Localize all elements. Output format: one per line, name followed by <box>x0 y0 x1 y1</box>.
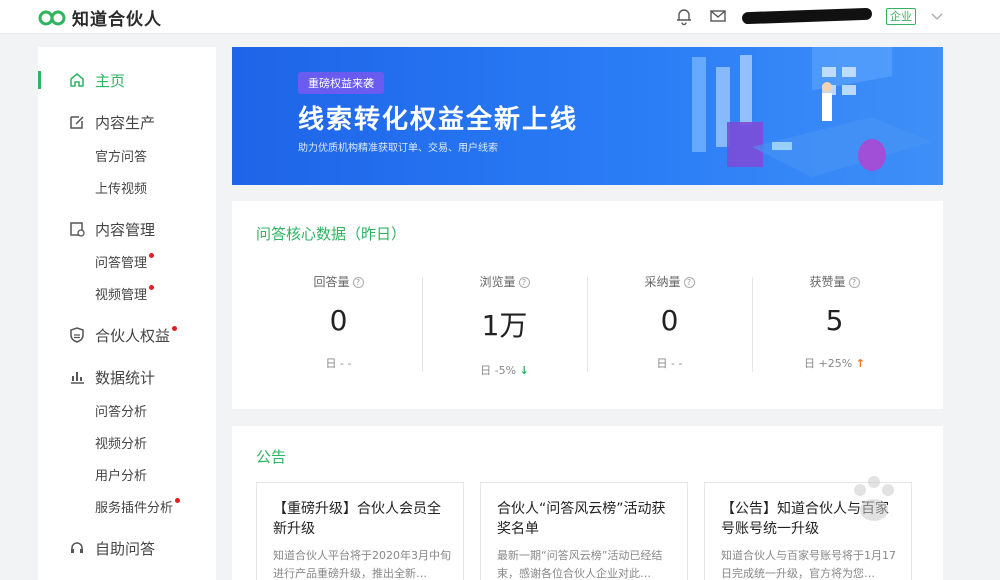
sidebar-item-text: 合伙人权益 <box>95 327 171 345</box>
logo-text: 知道合伙人 <box>72 10 162 30</box>
alert-dot <box>172 326 178 331</box>
sidebar-sub-label: 服务插件分析 <box>95 501 174 516</box>
stat-value: 0 <box>329 304 348 337</box>
stat-value: 1万 <box>481 309 528 342</box>
stat-likes: 获赞量? 5 日 +25% ↑ <box>752 273 917 371</box>
bar-chart-icon <box>71 372 84 384</box>
announcement-item[interactable]: 合伙人“问答风云榜”活动获奖名单 最新一期“问答风云榜”活动已经结束，感谢各位合… <box>480 482 688 580</box>
stat-answers: 回答量? 0 日 - - <box>256 273 421 371</box>
stat-change-text: 日 +25% <box>804 357 853 370</box>
help-icon[interactable]: ? <box>683 277 695 288</box>
help-icon[interactable]: ? <box>518 277 530 288</box>
banner-subtitle: 助力优质机构精准获取订单、交易、用户线索 <box>298 143 498 154</box>
alert-dot <box>175 498 181 503</box>
sidebar: 主页 内容生产 官方问答 上传视频 内容管理 问答管理 视频管理 合伙人权益 数… <box>38 47 216 580</box>
mail-icon[interactable] <box>708 6 728 26</box>
stat-change: 日 - - <box>325 357 352 370</box>
sidebar-sub-plugin-analysis[interactable]: 服务插件分析 <box>95 497 181 516</box>
home-icon <box>70 73 84 87</box>
sidebar-sub-label: 视频管理 <box>95 288 148 303</box>
top-bar: 知道合伙人 企业 <box>0 0 1000 34</box>
sidebar-item-label: 内容生产 <box>95 114 156 132</box>
stat-views: 浏览量? 1万 日 -5% ↓ <box>422 273 587 378</box>
stat-label: 采纳量? <box>587 273 752 290</box>
announcement-body: 知道合伙人平台将于2020年3月中旬进行产品重磅升级，推出全新… <box>273 549 451 580</box>
sidebar-sub-video-analysis[interactable]: 视频分析 <box>95 433 147 452</box>
stat-label-text: 采纳量 <box>644 275 681 289</box>
alert-dot <box>149 253 155 258</box>
stat-change-text: 日 -5% <box>480 364 517 377</box>
stat-change: 日 -5% ↓ <box>422 362 587 378</box>
sidebar-item-label: 主页 <box>95 72 126 90</box>
stat-change: 日 +25% ↑ <box>752 355 917 371</box>
stats-title: 问答核心数据（昨日） <box>256 225 407 243</box>
stat-value: 5 <box>825 304 844 337</box>
promo-banner[interactable]: 重磅权益来袭 线索转化权益全新上线 助力优质机构精准获取订单、交易、用户线索 <box>232 47 943 185</box>
stat-label: 回答量? <box>256 273 421 290</box>
announcement-body: 知道合伙人与百家号账号将于1月17日完成统一升级，官方将为您… <box>721 549 896 580</box>
sidebar-sub-qa-analysis[interactable]: 问答分析 <box>95 401 147 420</box>
help-icon[interactable]: ? <box>352 277 364 288</box>
qa-stats-card: 问答核心数据（昨日） 回答量? 0 日 - - 浏览量? 1万 日 -5% ↓ … <box>232 201 943 409</box>
stat-label: 浏览量? <box>422 273 587 290</box>
announcement-title: 合伙人“问答风云榜”活动获奖名单 <box>497 501 666 537</box>
logo[interactable]: 知道合伙人 <box>38 5 162 30</box>
enterprise-badge: 企业 <box>886 7 916 25</box>
bell-icon[interactable] <box>674 6 694 26</box>
sidebar-sub-upload-video[interactable]: 上传视频 <box>95 178 147 197</box>
sidebar-item-label: 自助问答 <box>95 540 156 558</box>
banner-tag: 重磅权益来袭 <box>298 72 384 94</box>
chevron-down-icon[interactable] <box>930 9 944 23</box>
sidebar-sub-video-management[interactable]: 视频管理 <box>95 284 155 303</box>
stat-label: 获赞量? <box>752 273 917 290</box>
edit-icon <box>70 116 84 129</box>
arrow-up-icon: ↑ <box>855 357 865 370</box>
banner-title: 线索转化权益全新上线 <box>298 105 579 135</box>
alert-dot <box>149 285 155 290</box>
announcement-title: 【重磅升级】合伙人会员全新升级 <box>273 501 441 537</box>
banner-illustration <box>692 47 932 177</box>
manage-icon <box>70 222 85 237</box>
stat-label-text: 浏览量 <box>479 275 516 289</box>
help-icon[interactable]: ? <box>848 277 860 288</box>
logo-infinity-icon <box>38 10 66 25</box>
sidebar-sub-official-qa[interactable]: 官方问答 <box>95 146 147 165</box>
stat-label-text: 获赞量 <box>809 275 846 289</box>
sidebar-sub-user-analysis[interactable]: 用户分析 <box>95 465 147 484</box>
announcement-item[interactable]: 【重磅升级】合伙人会员全新升级 知道合伙人平台将于2020年3月中旬进行产品重磅… <box>256 482 464 580</box>
stat-label-text: 回答量 <box>313 275 350 289</box>
arrow-down-icon: ↓ <box>519 364 529 377</box>
stat-change: 日 - - <box>656 357 683 370</box>
shield-icon <box>70 327 84 343</box>
announcement-body: 最新一期“问答风云榜”活动已经结束，感谢各位合伙人企业对此… <box>497 549 663 580</box>
headset-icon <box>71 542 83 553</box>
sidebar-sub-label: 问答管理 <box>95 256 148 271</box>
sidebar-sub-qa-management[interactable]: 问答管理 <box>95 252 155 271</box>
sidebar-item-label: 合伙人权益 <box>95 325 178 346</box>
user-name-redacted[interactable] <box>741 7 873 25</box>
stat-adopted: 采纳量? 0 日 - - <box>587 273 752 371</box>
stat-value: 0 <box>660 304 679 337</box>
sidebar-item-label: 内容管理 <box>95 221 156 239</box>
announcements-title: 公告 <box>256 448 287 466</box>
sidebar-item-label: 数据统计 <box>95 369 156 387</box>
watermark-paw-icon <box>854 476 894 521</box>
